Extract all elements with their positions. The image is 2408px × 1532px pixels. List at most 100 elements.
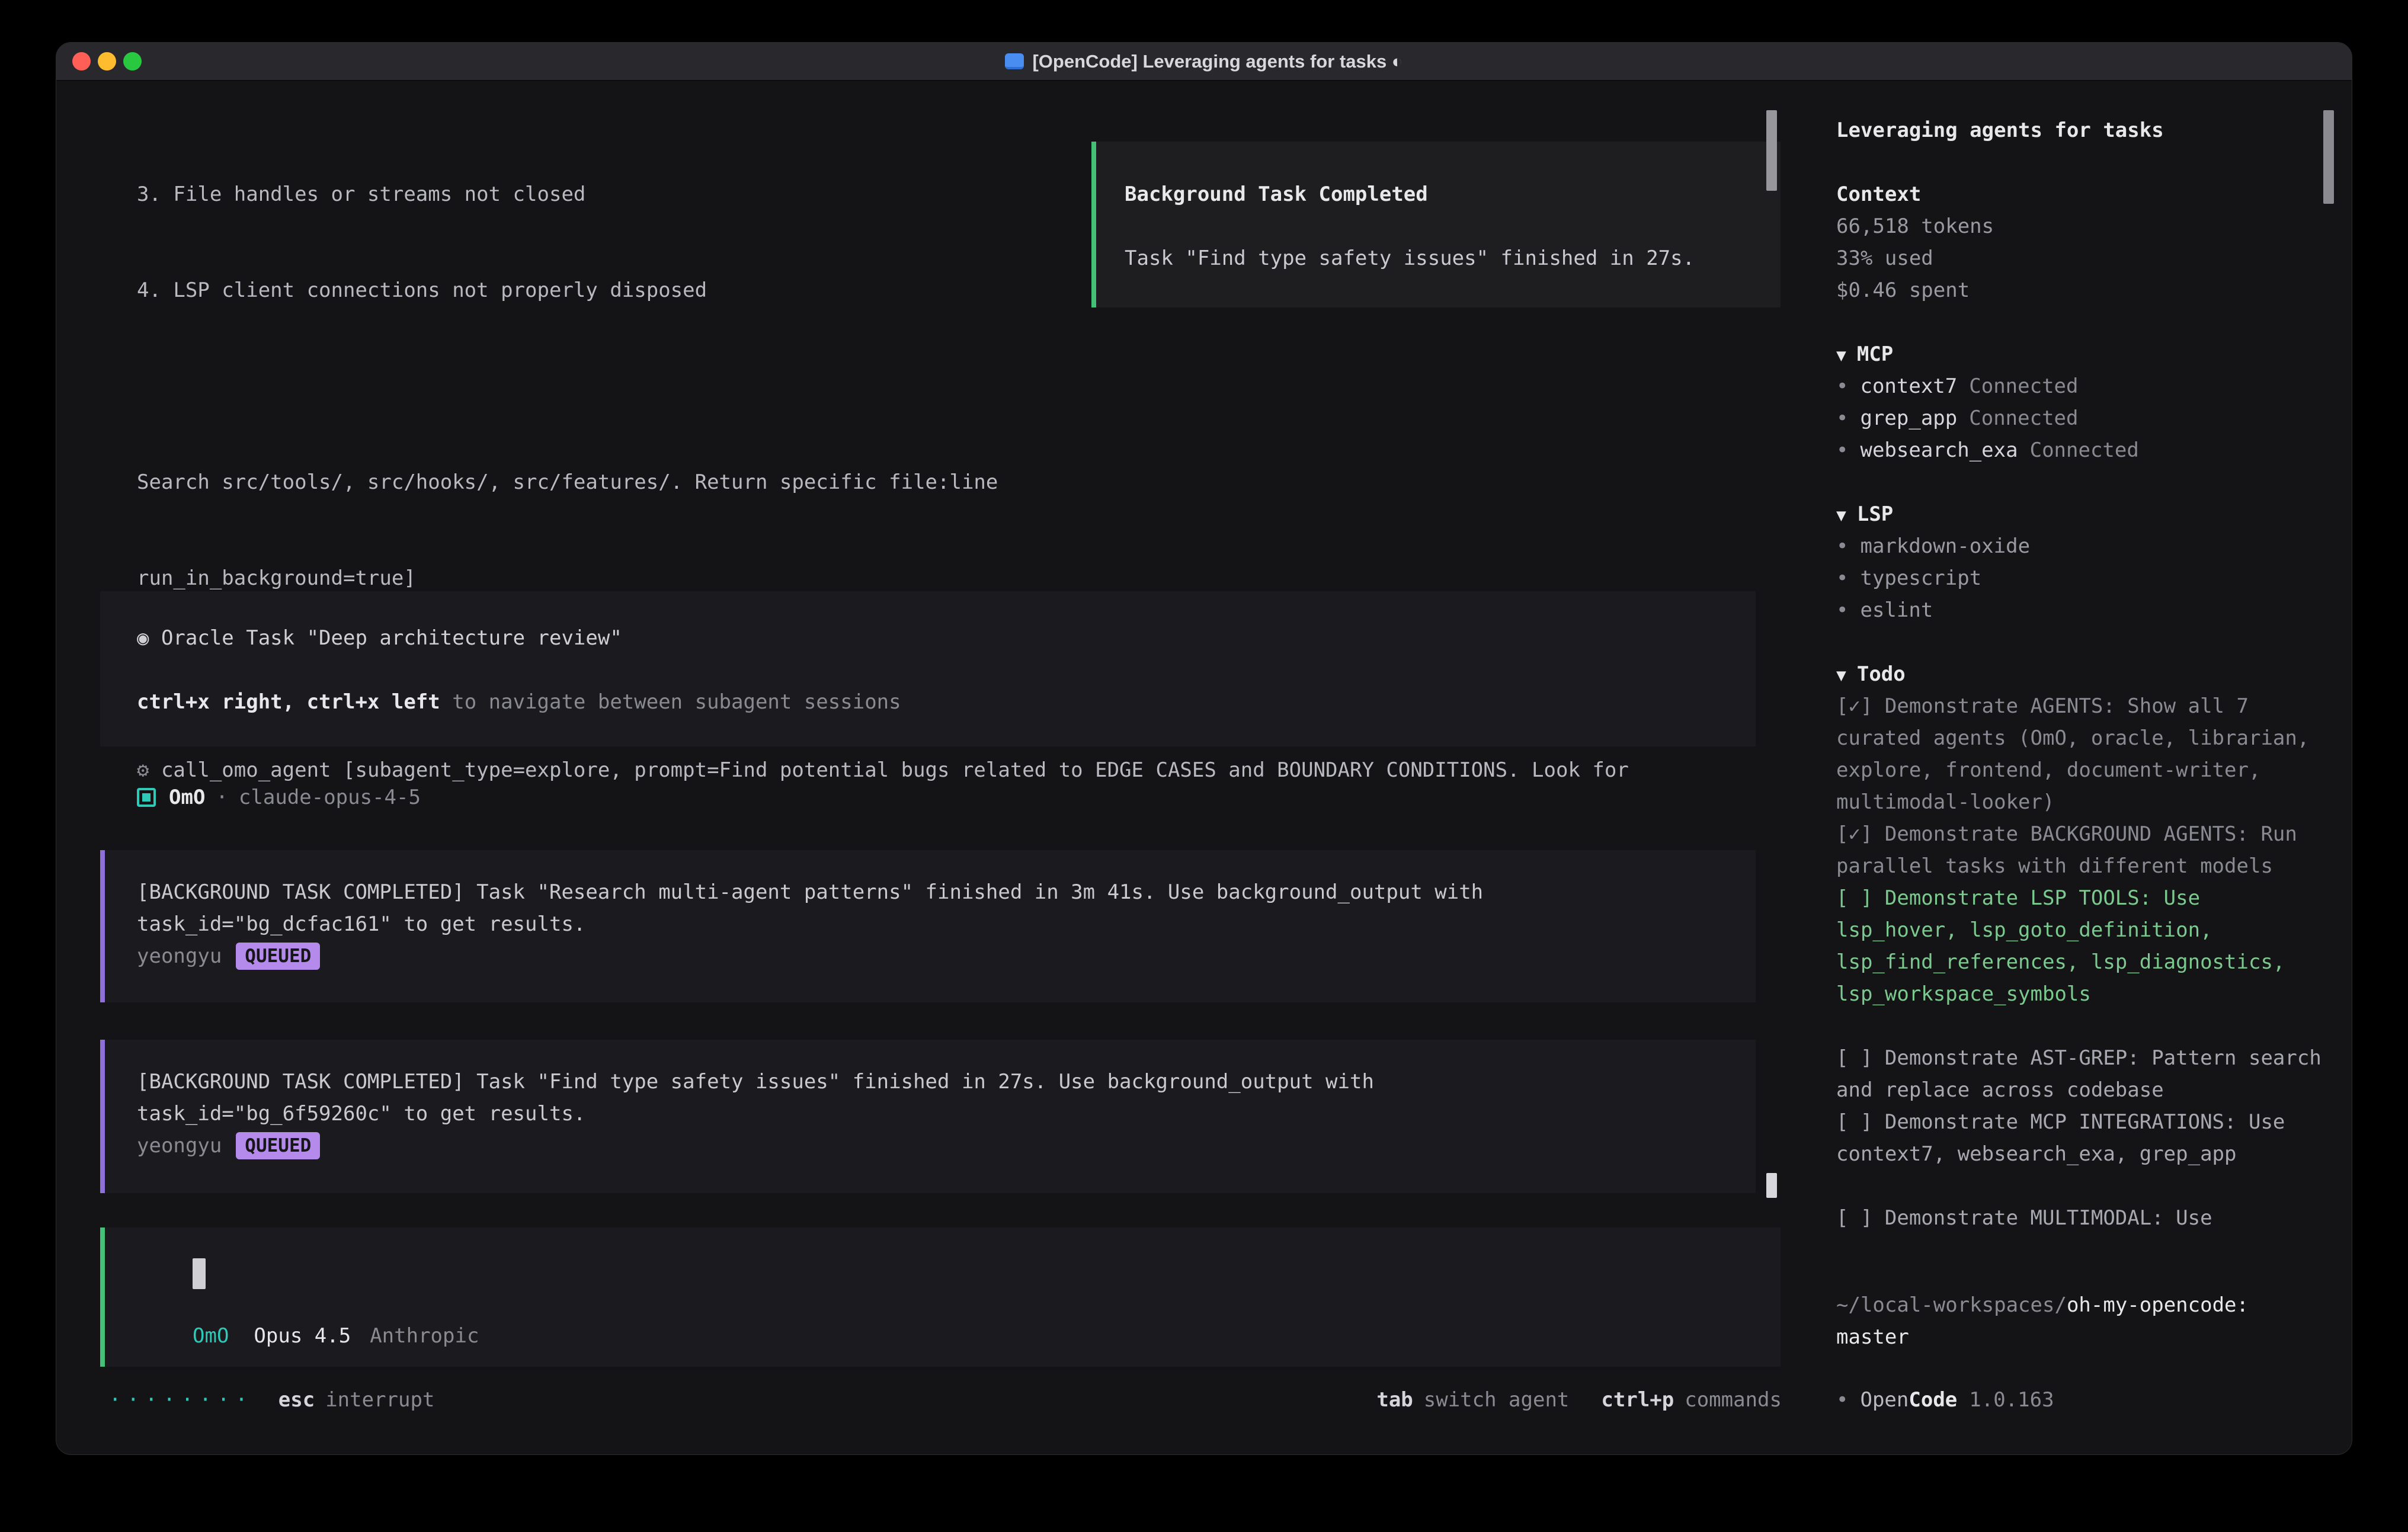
queued-message: [BACKGROUND TASK COMPLETED] Task "Find t… — [100, 1040, 1756, 1193]
todo-item: [✓] Demonstrate AGENTS: Show all 7 curat… — [1836, 690, 2328, 818]
app-window: [OpenCode] Leveraging agents for tasks ◐… — [56, 42, 2352, 1455]
status-bar: ········ esc interrupt tab switch agent … — [109, 1384, 1782, 1416]
context-heading: Context — [1836, 178, 2327, 210]
agent-name: OmO — [169, 781, 205, 813]
prompt-input[interactable]: OmO Opus 4.5 Anthropic — [100, 1227, 1781, 1367]
document-icon — [1005, 53, 1024, 69]
bullet-icon: • — [1836, 1388, 1848, 1412]
message-meta: yeongyu QUEUED — [137, 940, 1756, 972]
scrollbar-thumb[interactable] — [1766, 110, 1777, 191]
scrollbar-thumb[interactable] — [1766, 1173, 1777, 1198]
model-name-label: Opus 4.5 — [254, 1320, 351, 1352]
separator-dot: · — [216, 781, 228, 813]
tab-key-label: switch agent — [1424, 1384, 1570, 1416]
lsp-item: •markdown-oxide — [1836, 530, 2327, 562]
content-area: 3. File handles or streams not closed 4.… — [56, 82, 2352, 1454]
todo-item: [✓] Demonstrate BACKGROUND AGENTS: Run p… — [1836, 818, 2328, 882]
message-author: yeongyu — [137, 940, 222, 972]
subagent-navigation-hint: ctrl+x right, ctrl+x left to navigate be… — [137, 686, 1756, 718]
record-icon: ◉ — [137, 626, 161, 650]
workspace-path-line: ~/local-workspaces/oh-my-opencode: — [1836, 1289, 2249, 1321]
bullet-icon: • — [1836, 438, 1848, 462]
chevron-down-icon: ▼ — [1836, 505, 1846, 525]
agent-icon-inner — [142, 793, 150, 802]
lsp-item: •eslint — [1836, 594, 2327, 626]
lsp-item: •typescript — [1836, 562, 2327, 594]
bullet-icon: • — [1836, 374, 1848, 398]
bullet-icon: • — [1836, 406, 1848, 430]
message-text: task_id="bg_dcfac161" to get results. — [137, 908, 1756, 940]
zoom-button[interactable] — [123, 52, 142, 70]
close-button[interactable] — [72, 52, 91, 70]
workspace-path: ~/local-workspaces/oh-my-opencode: maste… — [1836, 1289, 2249, 1353]
message-text: [BACKGROUND TASK COMPLETED] Task "Find t… — [137, 1066, 1756, 1098]
bullet-icon: • — [1836, 598, 1848, 622]
status-badge: QUEUED — [236, 1132, 320, 1159]
log-line: run_in_background=true] — [137, 562, 1629, 594]
activity-dots: ········ — [109, 1384, 254, 1416]
titlebar: [OpenCode] Leveraging agents for tasks ◐ — [56, 43, 2352, 81]
status-badge: QUEUED — [236, 943, 320, 970]
scrollbar-thumb[interactable] — [2323, 110, 2334, 204]
spacer — [1836, 146, 2327, 178]
spacer — [1836, 466, 2327, 498]
hint-keys: ctrl+x right, ctrl+x left — [137, 690, 440, 714]
lsp-section-header[interactable]: ▼LSP — [1836, 498, 2327, 530]
todo-item: [ ] Demonstrate AST-GREP: Pattern search… — [1836, 1042, 2328, 1106]
window-controls — [72, 43, 142, 80]
queued-message: [BACKGROUND TASK COMPLETED] Task "Resear… — [100, 850, 1756, 1002]
model-info-row: OmO Opus 4.5 Anthropic — [193, 1320, 479, 1352]
todo-item: [ ] Demonstrate LSP TOOLS: Use lsp_hover… — [1836, 882, 2328, 1010]
window-title-text: [OpenCode] Leveraging agents for tasks ◐ — [1032, 46, 1402, 78]
esc-key-label: interrupt — [325, 1384, 434, 1416]
todo-item: [ ] Demonstrate MCP INTEGRATIONS: Use co… — [1836, 1106, 2328, 1170]
tab-key-hint: tab — [1376, 1384, 1413, 1416]
agent-header: OmO · claude-opus-4-5 — [137, 781, 421, 813]
ctrlp-key-label: commands — [1685, 1384, 1782, 1416]
oracle-task-panel: ◉ Oracle Task "Deep architecture review"… — [100, 591, 1756, 746]
sidebar: Leveraging agents for tasks Context 66,5… — [1811, 82, 2352, 1454]
gear-icon: ⚙ — [137, 758, 161, 782]
active-agent-label: OmO — [193, 1320, 229, 1352]
bullet-icon: • — [1836, 534, 1848, 558]
mcp-section-header[interactable]: ▼MCP — [1836, 338, 2327, 370]
log-line — [137, 370, 1629, 402]
mcp-item: •websearch_exaConnected — [1836, 434, 2327, 466]
session-title: Leveraging agents for tasks — [1836, 114, 2327, 146]
git-branch: master — [1836, 1321, 2249, 1353]
mcp-item: •grep_appConnected — [1836, 402, 2327, 434]
message-meta: yeongyu QUEUED — [137, 1130, 1756, 1162]
todo-section-header[interactable]: ▼Todo — [1836, 658, 2327, 690]
window-title: [OpenCode] Leveraging agents for tasks ◐ — [1005, 46, 1402, 78]
context-tokens: 66,518 tokens — [1836, 210, 2327, 242]
context-used: 33% used — [1836, 242, 2327, 274]
hint-text: to navigate between subagent sessions — [440, 690, 901, 714]
minimize-button[interactable] — [98, 52, 116, 70]
message-text: [BACKGROUND TASK COMPLETED] Task "Resear… — [137, 876, 1756, 908]
status-bar-right: tab switch agent ctrl+p commands — [1376, 1384, 1782, 1416]
spacer — [1836, 626, 2327, 658]
chevron-down-icon: ▼ — [1836, 345, 1846, 365]
todo-item: [ ] Demonstrate MULTIMODAL: Use — [1836, 1202, 2328, 1234]
bullet-icon: • — [1836, 566, 1848, 590]
ctrlp-key-hint: ctrl+p — [1601, 1384, 1674, 1416]
spacer — [1836, 306, 2327, 338]
spacer — [1125, 210, 1781, 242]
commands-hint: ctrl+p commands — [1601, 1384, 1782, 1416]
agent-icon — [137, 788, 156, 807]
oracle-task-title: ◉ Oracle Task "Deep architecture review" — [137, 622, 1756, 654]
mcp-item: •context7Connected — [1836, 370, 2327, 402]
chevron-down-icon: ▼ — [1836, 665, 1846, 685]
message-author: yeongyu — [137, 1130, 222, 1162]
toast-body: Task "Find type safety issues" finished … — [1125, 242, 1781, 274]
tab-hint: tab switch agent — [1376, 1384, 1569, 1416]
spacer — [137, 654, 1756, 686]
agent-model: claude-opus-4-5 — [239, 781, 421, 813]
toast-title: Background Task Completed — [1125, 178, 1781, 210]
log-line: Search src/tools/, src/hooks/, src/featu… — [137, 466, 1629, 498]
context-spent: $0.46 spent — [1836, 274, 2327, 306]
message-text: task_id="bg_6f59260c" to get results. — [137, 1098, 1756, 1130]
model-provider-label: Anthropic — [370, 1320, 479, 1352]
background-task-toast: Background Task Completed Task "Find typ… — [1091, 142, 1781, 307]
app-version: •OpenCode1.0.163 — [1836, 1384, 2054, 1416]
